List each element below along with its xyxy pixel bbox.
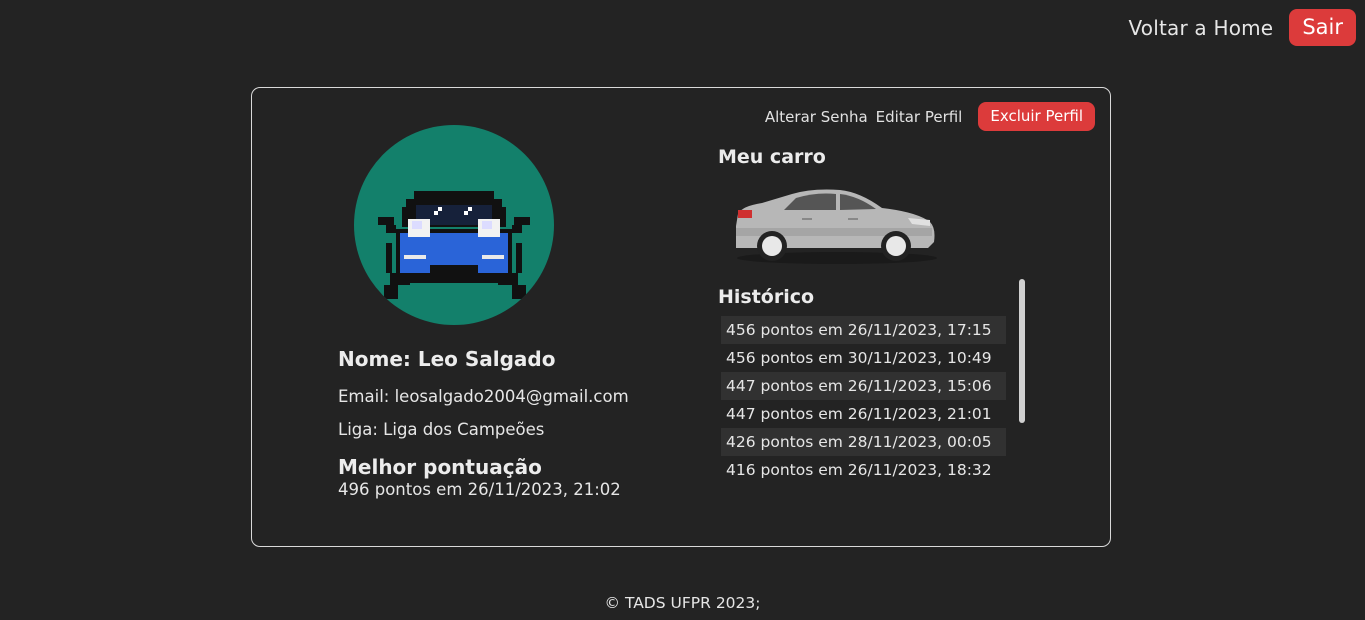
best-score-value: 496 pontos em 26/11/2023, 21:02 xyxy=(338,480,621,499)
car-section-title: Meu carro xyxy=(718,146,826,168)
change-password-link[interactable]: Alterar Senha xyxy=(765,108,868,126)
logout-button[interactable]: Sair xyxy=(1289,9,1356,46)
history-row: 426 pontos em 28/11/2023, 00:05 xyxy=(721,428,1006,456)
user-info: Nome: Leo Salgado Email: leosalgado2004@… xyxy=(338,347,718,499)
user-email: Email: leosalgado2004@gmail.com xyxy=(338,387,629,406)
silver-sedan-icon xyxy=(736,189,937,264)
home-link[interactable]: Voltar a Home xyxy=(1128,16,1273,40)
history-list: 456 pontos em 26/11/2023, 17:15 456 pont… xyxy=(721,316,1021,484)
user-league: Liga: Liga dos Campeões xyxy=(338,420,545,439)
history-row: 447 pontos em 26/11/2023, 15:06 xyxy=(721,372,1006,400)
history-title: Histórico xyxy=(718,286,815,308)
pixel-car-avatar-icon xyxy=(378,191,530,299)
user-name: Nome: Leo Salgado xyxy=(338,347,556,371)
avatar xyxy=(354,125,554,325)
history-row: 447 pontos em 26/11/2023, 21:01 xyxy=(726,405,992,423)
history-scrollbar[interactable] xyxy=(1019,279,1025,423)
history-row: 416 pontos em 26/11/2023, 18:32 xyxy=(726,461,992,479)
profile-actions: Alterar Senha Editar Perfil Excluir Perf… xyxy=(765,102,1095,131)
profile-card: Alterar Senha Editar Perfil Excluir Perf… xyxy=(251,87,1111,547)
history-row: 456 pontos em 26/11/2023, 17:15 xyxy=(721,316,1006,344)
best-score-title: Melhor pontuação xyxy=(338,455,542,479)
footer-copyright: © TADS UFPR 2023; xyxy=(604,594,761,612)
car-image xyxy=(732,184,942,270)
delete-profile-button[interactable]: Excluir Perfil xyxy=(978,102,1095,131)
edit-profile-link[interactable]: Editar Perfil xyxy=(876,108,963,126)
history-row: 456 pontos em 30/11/2023, 10:49 xyxy=(726,349,992,367)
top-navigation: Voltar a Home Sair xyxy=(1128,9,1356,46)
